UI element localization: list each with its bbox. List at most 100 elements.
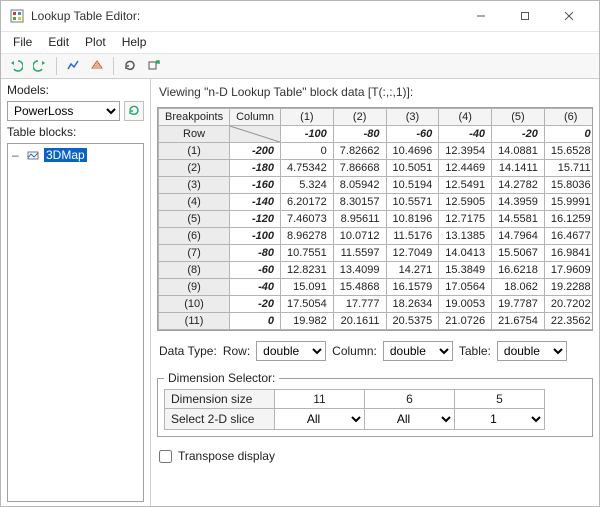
dim-slice-2[interactable]: All: [365, 409, 454, 429]
cell[interactable]: 19.982: [281, 313, 334, 330]
lookup-grid[interactable]: BreakpointsColumn(1)(2)(3)(4)(5)(6)Row-1…: [157, 107, 593, 331]
cell[interactable]: 14.3959: [492, 194, 545, 211]
cell[interactable]: 7.46073: [281, 211, 334, 228]
cell[interactable]: 11.5176: [386, 228, 439, 245]
cell[interactable]: 10.8196: [386, 211, 439, 228]
cell[interactable]: 16.1259: [544, 211, 593, 228]
row-breakpoint[interactable]: -60: [230, 262, 281, 279]
cell[interactable]: 13.4099: [333, 262, 386, 279]
cell[interactable]: 16.1579: [386, 279, 439, 296]
dim-slice-3[interactable]: 1: [455, 409, 544, 429]
menu-help[interactable]: Help: [114, 32, 155, 53]
cell[interactable]: 10.5194: [386, 177, 439, 194]
send-button[interactable]: [143, 55, 165, 77]
cell[interactable]: 17.777: [333, 296, 386, 313]
col-breakpoint[interactable]: -40: [439, 126, 492, 143]
cell[interactable]: 17.9609: [544, 262, 593, 279]
menu-plot[interactable]: Plot: [77, 32, 114, 53]
cell[interactable]: 17.5054: [281, 296, 334, 313]
menu-file[interactable]: File: [5, 32, 40, 53]
row-breakpoint[interactable]: -200: [230, 143, 281, 160]
cell[interactable]: 20.7202: [544, 296, 593, 313]
cell[interactable]: 5.324: [281, 177, 334, 194]
cell[interactable]: 14.271: [386, 262, 439, 279]
cell[interactable]: 15.5067: [492, 245, 545, 262]
cell[interactable]: 14.7964: [492, 228, 545, 245]
cell[interactable]: 19.7787: [492, 296, 545, 313]
col-breakpoint[interactable]: 0: [544, 126, 593, 143]
table-blocks-tree[interactable]: – 3DMap: [7, 143, 144, 502]
row-breakpoint[interactable]: -100: [230, 228, 281, 245]
col-dtype-select[interactable]: double: [383, 341, 453, 361]
row-breakpoint[interactable]: -40: [230, 279, 281, 296]
cell[interactable]: 12.7049: [386, 245, 439, 262]
plot-mesh-button[interactable]: [86, 55, 108, 77]
cell[interactable]: 15.091: [281, 279, 334, 296]
cell[interactable]: 10.4696: [386, 143, 439, 160]
row-breakpoint[interactable]: -80: [230, 245, 281, 262]
cell[interactable]: 12.5905: [439, 194, 492, 211]
redo-button[interactable]: [29, 55, 51, 77]
cell[interactable]: 11.5597: [333, 245, 386, 262]
cell[interactable]: 14.0881: [492, 143, 545, 160]
cell[interactable]: 15.711: [544, 160, 593, 177]
col-breakpoint[interactable]: -20: [492, 126, 545, 143]
row-breakpoint[interactable]: -160: [230, 177, 281, 194]
menu-edit[interactable]: Edit: [40, 32, 77, 53]
row-breakpoint[interactable]: -20: [230, 296, 281, 313]
transpose-checkbox[interactable]: [159, 450, 172, 463]
cell[interactable]: 18.062: [492, 279, 545, 296]
cell[interactable]: 4.75342: [281, 160, 334, 177]
cell[interactable]: 8.96278: [281, 228, 334, 245]
cell[interactable]: 12.5491: [439, 177, 492, 194]
cell[interactable]: 12.8231: [281, 262, 334, 279]
cell[interactable]: 15.9991: [544, 194, 593, 211]
cell[interactable]: 8.05942: [333, 177, 386, 194]
col-breakpoint[interactable]: -60: [386, 126, 439, 143]
row-breakpoint[interactable]: -140: [230, 194, 281, 211]
cell[interactable]: 19.0053: [439, 296, 492, 313]
cell[interactable]: 21.6754: [492, 313, 545, 330]
cell[interactable]: 15.4868: [333, 279, 386, 296]
col-breakpoint[interactable]: -100: [281, 126, 334, 143]
cell[interactable]: 21.0726: [439, 313, 492, 330]
table-dtype-select[interactable]: double: [497, 341, 567, 361]
cell[interactable]: 6.20172: [281, 194, 334, 211]
refresh-model-button[interactable]: [124, 101, 144, 121]
tree-expander-icon[interactable]: –: [12, 148, 22, 162]
cell[interactable]: 18.2634: [386, 296, 439, 313]
cell[interactable]: 19.2288: [544, 279, 593, 296]
cell[interactable]: 14.5581: [492, 211, 545, 228]
row-breakpoint[interactable]: 0: [230, 313, 281, 330]
reload-button[interactable]: [119, 55, 141, 77]
cell[interactable]: 8.95611: [333, 211, 386, 228]
cell[interactable]: 15.3849: [439, 262, 492, 279]
cell[interactable]: 20.1611: [333, 313, 386, 330]
cell[interactable]: 17.0564: [439, 279, 492, 296]
row-breakpoint[interactable]: -120: [230, 211, 281, 228]
undo-button[interactable]: [5, 55, 27, 77]
cell[interactable]: 15.6528: [544, 143, 593, 160]
cell[interactable]: 14.0413: [439, 245, 492, 262]
minimize-button[interactable]: [459, 1, 503, 31]
close-button[interactable]: [547, 1, 591, 31]
dim-slice-1[interactable]: All: [275, 409, 364, 429]
cell[interactable]: 7.82662: [333, 143, 386, 160]
row-dtype-select[interactable]: double: [256, 341, 326, 361]
cell[interactable]: 0: [281, 143, 334, 160]
cell[interactable]: 10.5571: [386, 194, 439, 211]
models-select[interactable]: PowerLoss: [7, 101, 120, 121]
cell[interactable]: 10.7551: [281, 245, 334, 262]
cell[interactable]: 7.86668: [333, 160, 386, 177]
cell[interactable]: 16.4677: [544, 228, 593, 245]
cell[interactable]: 10.5051: [386, 160, 439, 177]
cell[interactable]: 20.5375: [386, 313, 439, 330]
cell[interactable]: 10.0712: [333, 228, 386, 245]
cell[interactable]: 12.3954: [439, 143, 492, 160]
cell[interactable]: 16.6218: [492, 262, 545, 279]
cell[interactable]: 13.1385: [439, 228, 492, 245]
cell[interactable]: 12.4469: [439, 160, 492, 177]
cell[interactable]: 22.3562: [544, 313, 593, 330]
cell[interactable]: 16.9841: [544, 245, 593, 262]
cell[interactable]: 12.7175: [439, 211, 492, 228]
